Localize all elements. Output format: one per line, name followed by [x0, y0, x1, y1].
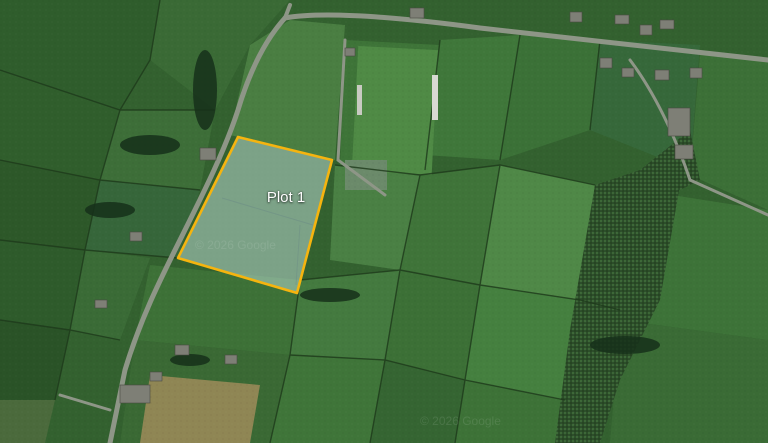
satellite-map[interactable]: Plot 1 © 2026 Google © 2026 Google: [0, 0, 768, 443]
map-imagery: [0, 0, 768, 443]
stand: [357, 85, 362, 115]
stand: [432, 75, 438, 120]
